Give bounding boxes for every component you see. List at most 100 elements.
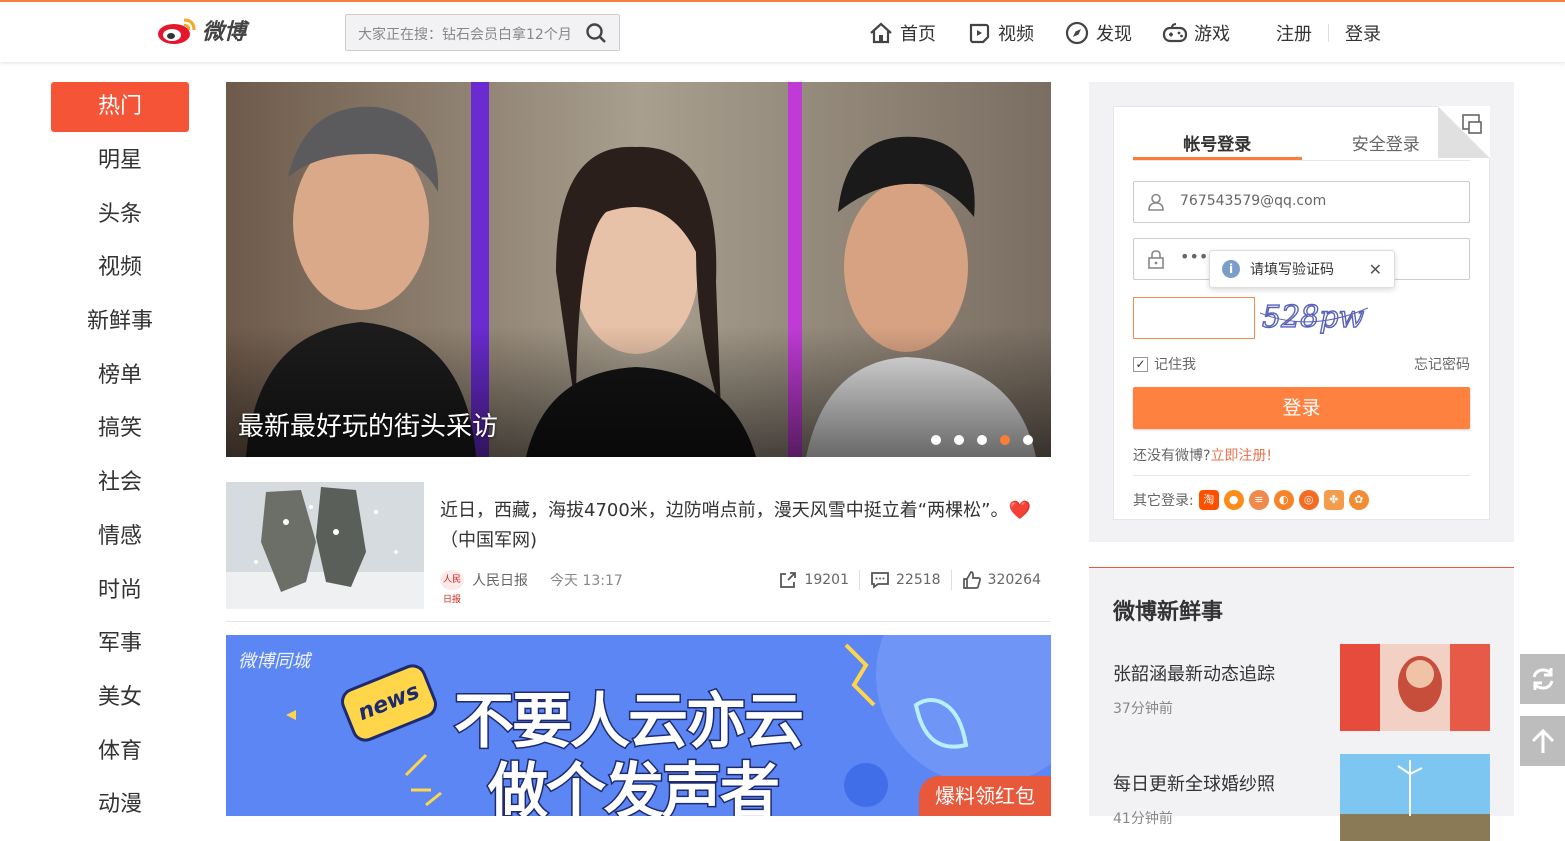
- feed-thumbnail[interactable]: [226, 482, 424, 609]
- nav-discover-label: 发现: [1096, 24, 1132, 45]
- forgot-password-link[interactable]: 忘记密码: [1414, 354, 1470, 374]
- carousel-dots: [931, 435, 1033, 445]
- fresh-item[interactable]: 张韶涵最新动态追踪 37分钟前: [1113, 644, 1490, 731]
- login-form: 帐号登录 安全登录 767543579@qq.com ••• 528pw i 请…: [1113, 106, 1490, 520]
- nav-discover[interactable]: 发现: [1064, 20, 1132, 46]
- login-submit-button[interactable]: 登录: [1133, 387, 1470, 429]
- feed-thumbnail-image: [226, 482, 424, 609]
- carousel-dot[interactable]: [931, 435, 941, 445]
- top-bar: 微博 大家正在搜：钻石会员白拿12个月 首页 视频 发现 游戏 注册 登录: [0, 0, 1565, 62]
- tab-account-login[interactable]: 帐号登录: [1133, 127, 1302, 160]
- comment-icon: [871, 572, 889, 589]
- login-tabs: 帐号登录 安全登录: [1133, 127, 1470, 161]
- category-stars[interactable]: 明星: [51, 136, 189, 190]
- comment-button[interactable]: 22518: [859, 570, 951, 590]
- close-icon[interactable]: ✕: [1369, 260, 1382, 279]
- fresh-item[interactable]: 每日更新全球婚纱照 41分钟前: [1113, 754, 1490, 841]
- register-link[interactable]: 注册: [1260, 20, 1328, 46]
- captcha-text: 528pw: [1262, 300, 1364, 335]
- category-funny[interactable]: 搞笑: [51, 404, 189, 458]
- fresh-item-thumbnail[interactable]: [1340, 644, 1490, 731]
- home-icon: [870, 22, 892, 44]
- like-button[interactable]: 320264: [950, 570, 1051, 590]
- category-nav: 热门 明星 头条 视频 新鲜事 榜单 搞笑 社会 情感 时尚 军事 美女 体育 …: [51, 82, 189, 834]
- qq-icon[interactable]: ●: [1223, 490, 1244, 510]
- category-fashion[interactable]: 时尚: [51, 566, 189, 620]
- weibo-eye-icon: [158, 18, 196, 44]
- carousel-dot-active[interactable]: [1000, 435, 1010, 445]
- paw-icon[interactable]: ✿: [1348, 490, 1369, 510]
- thumbs-up-icon: [962, 571, 981, 589]
- carousel-dot[interactable]: [954, 435, 964, 445]
- username-value: 767543579@qq.com: [1180, 193, 1327, 209]
- refresh-button[interactable]: [1520, 654, 1565, 704]
- nav-game-label: 游戏: [1194, 24, 1230, 45]
- register-now-link[interactable]: 立即注册!: [1210, 448, 1272, 464]
- captcha-input[interactable]: [1133, 297, 1255, 339]
- nav-home[interactable]: 首页: [868, 20, 936, 46]
- feed-stats: 19201 22518 320264: [768, 570, 1051, 590]
- feed-meta: 人民日报 人民日报 今天 13:17: [440, 570, 623, 605]
- weibo-logo[interactable]: 微博: [156, 14, 246, 46]
- register-prompt: 还没有微博?立即注册!: [1133, 445, 1272, 465]
- lock-icon: [1148, 250, 1164, 269]
- remember-checkbox[interactable]: ✓: [1133, 356, 1148, 372]
- feed-source[interactable]: 人民日报: [472, 570, 528, 590]
- captcha-tooltip: i 请填写验证码 ✕: [1209, 250, 1395, 288]
- nav-home-label: 首页: [900, 24, 936, 45]
- category-ranking[interactable]: 榜单: [51, 351, 189, 405]
- category-emotion[interactable]: 情感: [51, 512, 189, 566]
- category-society[interactable]: 社会: [51, 458, 189, 512]
- category-fresh[interactable]: 新鲜事: [51, 297, 189, 351]
- share-icon: [780, 572, 797, 588]
- promo-banner[interactable]: 微博同城 news 不要人云亦云 做个发声者 爆料领红包: [226, 635, 1051, 816]
- repost-button[interactable]: 19201: [768, 570, 859, 590]
- category-anime[interactable]: 动漫: [51, 780, 189, 834]
- refresh-icon: [1532, 668, 1553, 690]
- 360-icon[interactable]: ◎: [1298, 490, 1319, 510]
- tab-secure-login[interactable]: 安全登录: [1302, 127, 1471, 160]
- login-panel: 帐号登录 安全登录 767543579@qq.com ••• 528pw i 请…: [1089, 82, 1514, 542]
- fresh-item-thumbnail[interactable]: [1340, 754, 1490, 841]
- sina-icon[interactable]: ≡: [1248, 490, 1269, 510]
- fresh-item-image: [1340, 754, 1490, 841]
- hero-carousel[interactable]: 最新最好玩的街头采访: [226, 82, 1051, 457]
- remember-label: 记住我: [1154, 357, 1196, 373]
- like-count: 320264: [987, 572, 1041, 588]
- info-icon: i: [1222, 260, 1240, 278]
- taobao-icon[interactable]: 淘: [1198, 490, 1219, 510]
- feed-time: 今天 13:17: [550, 573, 623, 589]
- category-beauty[interactable]: 美女: [51, 673, 189, 727]
- source-avatar[interactable]: 人民日报: [440, 570, 464, 605]
- banner-brand: 微博同城: [238, 651, 310, 672]
- category-headlines[interactable]: 头条: [51, 190, 189, 244]
- username-field[interactable]: 767543579@qq.com: [1133, 181, 1470, 223]
- back-to-top-button[interactable]: [1520, 716, 1565, 766]
- carousel-dot[interactable]: [977, 435, 987, 445]
- nav-video[interactable]: 视频: [966, 20, 1034, 46]
- category-military[interactable]: 军事: [51, 619, 189, 673]
- search-placeholder: 大家正在搜：钻石会员白拿12个月: [358, 27, 572, 43]
- banner-headline-2: 做个发声者: [487, 756, 782, 817]
- carousel-caption[interactable]: 最新最好玩的街头采访: [238, 406, 498, 443]
- baidu-icon[interactable]: ◐: [1273, 490, 1294, 510]
- banner-cta-button[interactable]: 爆料领红包: [919, 776, 1051, 816]
- captcha-image[interactable]: 528pw: [1260, 293, 1370, 341]
- gamepad-icon: [1162, 23, 1188, 43]
- category-video[interactable]: 视频: [51, 243, 189, 297]
- search-input[interactable]: 大家正在搜：钻石会员白拿12个月: [345, 14, 620, 51]
- login-divider: [1133, 475, 1470, 476]
- feed-text[interactable]: 近日，西藏，海拔4700米，边防哨点前，漫天风雪中挺立着“两棵松”。❤️（中国军…: [440, 496, 1045, 556]
- login-link[interactable]: 登录: [1329, 20, 1397, 46]
- carousel-dot[interactable]: [1023, 435, 1033, 445]
- remember-me[interactable]: ✓ 记住我: [1133, 354, 1196, 374]
- category-hot[interactable]: 热门: [51, 82, 189, 132]
- fresh-news-panel: 微博新鲜事 张韶涵最新动态追踪 37分钟前 每日更新全球婚纱照 41分钟前: [1089, 567, 1514, 841]
- fresh-title: 微博新鲜事: [1113, 600, 1224, 625]
- other-login: 其它登录: 淘 ● ≡ ◐ ◎ ✤ ✿: [1133, 490, 1369, 510]
- search-icon[interactable]: [585, 22, 607, 44]
- nav-game[interactable]: 游戏: [1162, 20, 1230, 46]
- category-sports[interactable]: 体育: [51, 727, 189, 781]
- user-icon: [1148, 193, 1164, 211]
- netease-icon[interactable]: ✤: [1323, 490, 1344, 510]
